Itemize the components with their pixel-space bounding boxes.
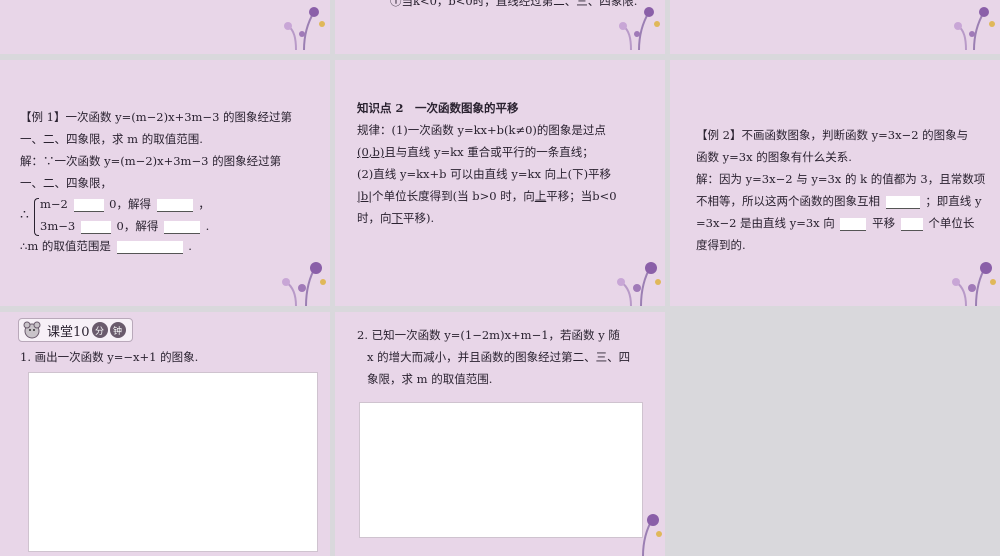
brace-line	[34, 198, 39, 236]
flower-decoration-icon	[642, 514, 662, 556]
system-row2: 3m−3 0，解得 .	[40, 219, 210, 234]
answer-blank[interactable]	[73, 198, 104, 212]
class10-badge: 课堂10 分 钟	[18, 318, 133, 342]
slide-top-middle: ①当k<0，b<0时，直线经过第二、三、四象限.	[335, 0, 665, 54]
question2-line2: x 的增大而减小，并且函数的图象经过第二、三、四	[367, 350, 631, 364]
question2-answer-box[interactable]	[359, 402, 643, 538]
mascot-icon	[23, 321, 41, 339]
answer-blank[interactable]	[116, 240, 183, 254]
slide-top-right	[670, 0, 1000, 54]
slide-example2: 【例 2】不画函数图象，判断函数 y=3x−2 的图象与 函数 y=3x 的图象…	[670, 60, 1000, 306]
flower-decoration-icon	[282, 262, 326, 306]
badge-minute-char: 分	[91, 322, 108, 338]
cut-text: ①当k<0，b<0时，直线经过第二、三、四象限.	[390, 0, 638, 8]
knowledge2-title: 知识点 2 一次函数图象的平移	[357, 101, 519, 115]
system-row1: m−2 0，解得 ，	[40, 197, 210, 212]
knowledge2-line5: 时，向下平移).	[357, 211, 435, 225]
example2-line2: 函数 y=3x 的图象有什么关系.	[696, 150, 852, 164]
example1-line2: 一、二、四象限，求 m 的取值范围.	[20, 132, 203, 146]
answer-blank[interactable]	[156, 198, 193, 212]
example1-line1: 【例 1】一次函数 y=(m−2)x+3m−3 的图象经过第	[20, 110, 293, 124]
flower-decoration-icon	[619, 7, 660, 51]
flower-decoration-icon	[284, 7, 325, 51]
example2-line3: 解：因为 y=3x−2 与 y=3x 的 k 的值都为 3，且常数项	[696, 172, 986, 186]
example1-line4: 一、二、四象限，	[20, 176, 112, 190]
question2-line1: 2. 已知一次函数 y=(1−2m)x+m−1，若函数 y 随	[357, 328, 620, 342]
empty-area	[670, 312, 1000, 556]
example2-line5: =3x−2 是由直线 y=3x 向 平移 个单位长	[696, 216, 975, 231]
knowledge2-line3: (2)直线 y=kx+b 可以由直线 y=kx 向上(下)平移	[357, 167, 612, 181]
answer-blank[interactable]	[163, 220, 200, 234]
flower-decoration-icon	[617, 262, 661, 306]
slide-class10: 课堂10 分 钟 1. 画出一次函数 y=−x+1 的图象.	[0, 312, 330, 556]
answer-blank[interactable]	[80, 220, 111, 234]
knowledge2-line4: |b|个单位长度得到(当 b>0 时，向上平移；当b<0	[357, 189, 617, 203]
slide-top-left	[0, 0, 330, 54]
badge-clock-char: 钟	[109, 322, 126, 338]
example2-line4: 不相等，所以这两个函数的图象互相 ；即直线 y	[696, 194, 982, 209]
question1-answer-box[interactable]	[28, 372, 318, 552]
example2-line1: 【例 2】不画函数图象，判断函数 y=3x−2 的图象与	[696, 128, 969, 142]
answer-blank[interactable]	[900, 217, 923, 231]
example1-conclusion: ∴m 的取值范围是 .	[20, 239, 192, 254]
flower-decoration-icon	[952, 262, 996, 306]
knowledge2-line1: 规律：(1)一次函数 y=kx+b(k≠0)的图象是过点	[357, 123, 606, 137]
answer-blank[interactable]	[885, 195, 920, 209]
example1-line3: 解：∵一次函数 y=(m−2)x+3m−3 的图象经过第	[20, 154, 282, 168]
slide-question2: 2. 已知一次函数 y=(1−2m)x+m−1，若函数 y 随 x 的增大而减小…	[335, 312, 665, 556]
example2-line6: 度得到的.	[696, 238, 746, 252]
badge-label: 课堂10	[47, 324, 90, 340]
system-brace: ∴	[20, 207, 29, 223]
slide-knowledge2: 知识点 2 一次函数图象的平移 规律：(1)一次函数 y=kx+b(k≠0)的图…	[335, 60, 665, 306]
knowledge2-line2: (0,b)且与直线 y=kx 重合或平行的一条直线；	[357, 145, 594, 159]
answer-blank[interactable]	[840, 217, 867, 231]
question2-line3: 象限，求 m 的取值范围.	[367, 372, 493, 386]
flower-decoration-icon	[954, 7, 995, 51]
slide-example1: 【例 1】一次函数 y=(m−2)x+3m−3 的图象经过第 一、二、四象限，求…	[0, 60, 330, 306]
question1: 1. 画出一次函数 y=−x+1 的图象.	[20, 350, 199, 364]
